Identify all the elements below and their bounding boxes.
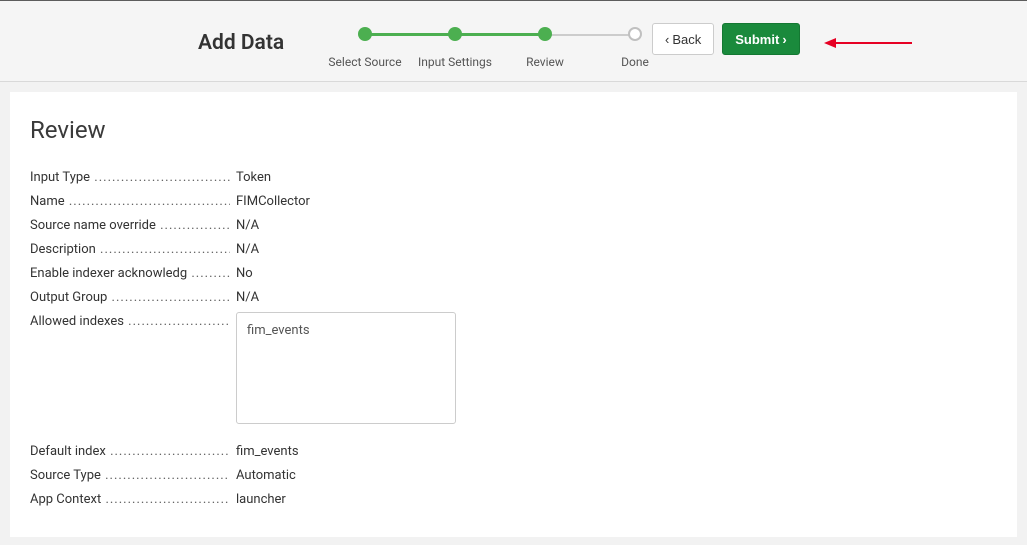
review-label: Output Group <box>30 288 230 308</box>
step-circle-icon <box>448 27 462 41</box>
submit-button-label: Submit <box>735 32 779 47</box>
submit-button[interactable]: Submit › <box>722 23 799 55</box>
step-label: Select Source <box>328 55 401 69</box>
review-row-allowed-indexes: Allowed indexes fim_events <box>30 312 997 438</box>
review-row-source-type: Source Type Automatic <box>30 466 997 486</box>
back-button[interactable]: ‹ Back <box>652 23 714 55</box>
review-value: N/A <box>230 240 259 260</box>
content-panel: Review Input Type Token Name FIMCollecto… <box>10 92 1017 537</box>
chevron-right-icon: › <box>782 33 786 46</box>
review-value: No <box>230 264 253 284</box>
step-connector <box>365 33 455 36</box>
review-value: fim_events <box>230 442 299 462</box>
review-label: App Context <box>30 490 230 510</box>
review-label: Enable indexer acknowledg <box>30 264 230 284</box>
allowed-indexes-box: fim_events <box>236 312 456 424</box>
step-review: Review <box>500 19 590 69</box>
review-label: Source Type <box>30 466 230 486</box>
review-row-app-context: App Context launcher <box>30 490 997 510</box>
review-label: Source name override <box>30 216 230 236</box>
review-value: Token <box>230 168 271 188</box>
annotation-arrow-icon <box>824 37 914 49</box>
review-row-input-type: Input Type Token <box>30 168 997 188</box>
step-select-source: Select Source <box>320 19 410 69</box>
step-circle-icon <box>628 27 642 41</box>
review-row-default-index: Default index fim_events <box>30 442 997 462</box>
back-button-label: Back <box>672 32 701 47</box>
review-row-source-name-override: Source name override N/A <box>30 216 997 236</box>
wizard-steps: Select Source Input Settings Review Done <box>320 19 680 69</box>
review-value: fim_events <box>230 312 456 438</box>
review-row-description: Description N/A <box>30 240 997 260</box>
review-label: Description <box>30 240 230 260</box>
step-connector <box>545 34 635 36</box>
review-value: N/A <box>230 216 259 236</box>
step-circle-icon <box>538 27 552 41</box>
step-circle-icon <box>358 27 372 41</box>
review-label: Name <box>30 192 230 212</box>
step-label: Done <box>621 55 649 69</box>
review-value: FIMCollector <box>230 192 310 212</box>
review-value: Automatic <box>230 466 296 486</box>
review-value: N/A <box>230 288 259 308</box>
chevron-left-icon: ‹ <box>665 33 669 46</box>
action-buttons: ‹ Back Submit › <box>652 23 800 55</box>
review-label: Input Type <box>30 168 230 188</box>
review-label: Default index <box>30 442 230 462</box>
step-input-settings: Input Settings <box>410 19 500 69</box>
top-bar: Add Data Select Source Input Settings Re… <box>0 0 1027 82</box>
review-row-output-group: Output Group N/A <box>30 288 997 308</box>
page-title: Add Data <box>198 31 284 55</box>
review-list: Input Type Token Name FIMCollector Sourc… <box>30 168 997 510</box>
review-row-name: Name FIMCollector <box>30 192 997 212</box>
step-label: Review <box>526 55 564 69</box>
review-row-enable-indexer-ack: Enable indexer acknowledg No <box>30 264 997 284</box>
review-label: Allowed indexes <box>30 312 230 332</box>
step-label: Input Settings <box>418 55 492 69</box>
section-title: Review <box>30 116 997 144</box>
step-connector <box>455 33 545 36</box>
review-value: launcher <box>230 490 286 510</box>
